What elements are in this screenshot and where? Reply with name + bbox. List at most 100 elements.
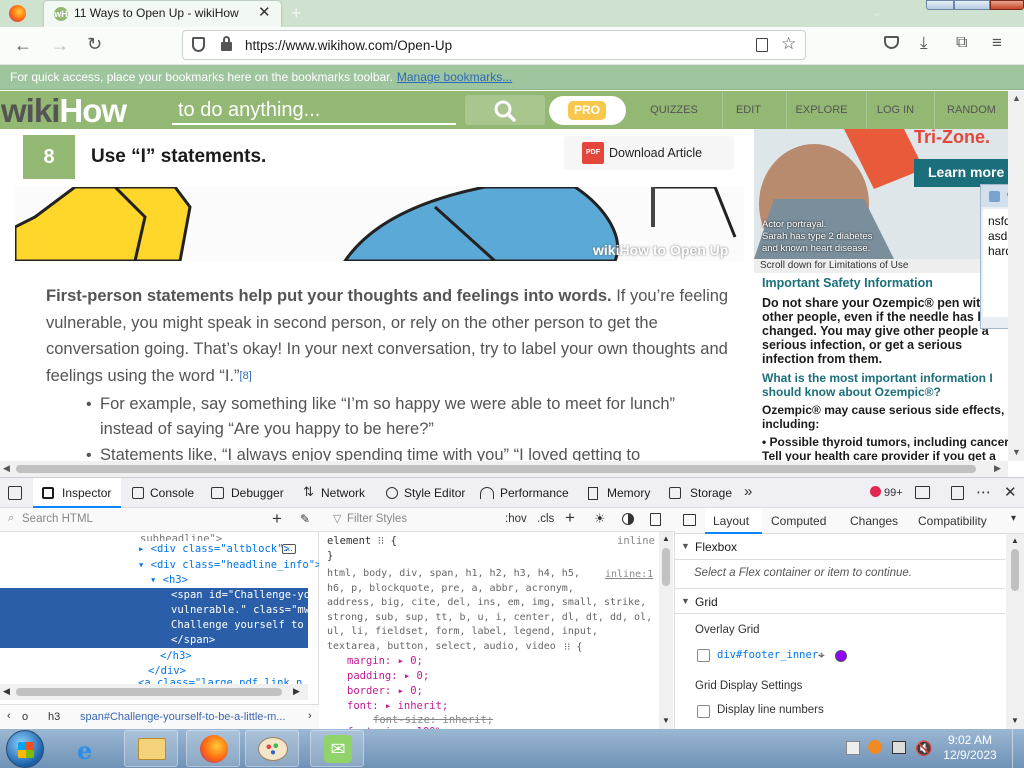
scroll-down-arrow-icon[interactable]: ▼ bbox=[1011, 716, 1019, 725]
nav-edit[interactable]: EDIT bbox=[722, 91, 774, 129]
dark-theme-icon[interactable] bbox=[622, 513, 634, 525]
reset-rule-selector[interactable]: html, body, div, span, h1, h2, h3, h4, h… bbox=[327, 567, 652, 654]
toggle-sidebar-icon[interactable] bbox=[683, 514, 696, 526]
tab-computed[interactable]: Computed bbox=[771, 514, 826, 528]
markup-line[interactable]: ▾ <h3> bbox=[150, 573, 188, 588]
scroll-right-arrow-icon[interactable]: ▶ bbox=[994, 463, 1001, 474]
sidebar-overflow-icon[interactable]: ▾ bbox=[1011, 513, 1016, 524]
breadcrumb-forward-icon[interactable]: › bbox=[308, 710, 312, 722]
close-tab-icon[interactable]: ✕ bbox=[258, 5, 271, 21]
tracking-shield-icon[interactable] bbox=[192, 37, 205, 52]
tab-network[interactable]: Network bbox=[321, 486, 365, 500]
tab-storage[interactable]: Storage bbox=[690, 486, 732, 500]
page-vertical-scrollbar[interactable]: ▲ ▼ bbox=[1008, 91, 1024, 461]
markup-line[interactable]: ▸ <div class="altblock"> bbox=[138, 542, 290, 557]
manage-bookmarks-link[interactable]: Manage bookmarks... bbox=[397, 70, 512, 84]
grid-highlight-icon[interactable]: ⌖ bbox=[818, 648, 825, 663]
learn-more-button[interactable]: Learn more bbox=[914, 159, 1008, 187]
scroll-left-arrow-icon[interactable]: ◀ bbox=[3, 686, 10, 697]
print-media-icon[interactable] bbox=[650, 513, 661, 526]
markup-line[interactable]: subheadline"> bbox=[140, 532, 222, 541]
url-bar[interactable]: https://www.wikihow.com/Open-Up ☆ bbox=[182, 30, 806, 60]
firefox-taskbar-icon[interactable] bbox=[186, 730, 240, 767]
start-button[interactable] bbox=[6, 730, 44, 768]
add-rule-icon[interactable]: + bbox=[565, 508, 575, 528]
list-tabs-icon[interactable]: ⌄ bbox=[872, 5, 882, 19]
downloads-icon[interactable]: ⤓ bbox=[920, 33, 928, 53]
nav-quizzes[interactable]: QUIZZES bbox=[642, 91, 706, 129]
scroll-down-arrow-icon[interactable]: ▼ bbox=[662, 716, 670, 725]
maximize-button[interactable] bbox=[954, 0, 990, 10]
grid-color-swatch[interactable] bbox=[835, 650, 847, 662]
tab-changes[interactable]: Changes bbox=[850, 514, 898, 528]
markup-line[interactable]: <a class="large_pdf_link n bbox=[138, 676, 302, 684]
scroll-thumb[interactable] bbox=[662, 548, 670, 586]
pro-button[interactable]: PRO bbox=[549, 96, 626, 125]
forward-icon[interactable]: → bbox=[51, 35, 69, 56]
paint-icon[interactable] bbox=[245, 730, 299, 767]
breadcrumb-item[interactable]: span#Challenge-yourself-to-be-a-little-m… bbox=[80, 711, 285, 723]
nav-log-in[interactable]: LOG IN bbox=[866, 91, 924, 129]
tab-console[interactable]: Console bbox=[150, 486, 194, 500]
rules-scrollbar[interactable]: ▲ ▼ bbox=[659, 532, 673, 730]
css-property[interactable]: border: ▸ 0; bbox=[347, 684, 423, 699]
tab-debugger[interactable]: Debugger bbox=[231, 486, 284, 500]
ad-safety-title[interactable]: Important Safety Information bbox=[762, 276, 1008, 290]
rule-source[interactable]: inline:1 bbox=[605, 567, 653, 582]
scroll-thumb[interactable] bbox=[1011, 549, 1019, 591]
scroll-thumb[interactable] bbox=[16, 688, 282, 696]
close-devtools-icon[interactable]: ✕ bbox=[1004, 483, 1017, 501]
markup-line[interactable]: </h3> bbox=[160, 649, 192, 664]
error-count-badge[interactable]: 99+ bbox=[870, 486, 903, 499]
scroll-left-arrow-icon[interactable]: ◀ bbox=[3, 463, 10, 474]
network-tray-icon[interactable] bbox=[892, 741, 906, 754]
nav-explore[interactable]: EXPLORE bbox=[786, 91, 856, 129]
tab-layout[interactable]: Layout bbox=[713, 514, 749, 528]
volume-muted-icon[interactable]: 🔇 bbox=[915, 740, 932, 757]
breadcrumb-item[interactable]: o bbox=[22, 711, 28, 723]
element-picker-icon[interactable] bbox=[8, 486, 22, 500]
rule-source[interactable]: inline bbox=[617, 534, 655, 549]
scroll-down-arrow-icon[interactable]: ▼ bbox=[1012, 447, 1021, 457]
nav-random[interactable]: RANDOM bbox=[934, 91, 1008, 129]
site-search-button[interactable] bbox=[465, 95, 545, 125]
dock-side-icon[interactable] bbox=[951, 486, 964, 500]
breadcrumb-back-icon[interactable]: ‹ bbox=[7, 710, 11, 722]
hov-toggle[interactable]: :hov bbox=[505, 513, 527, 525]
back-icon[interactable]: ← bbox=[14, 35, 32, 56]
flexbox-section-header[interactable]: ▼ Flexbox bbox=[675, 534, 1005, 560]
java-update-icon[interactable] bbox=[868, 740, 882, 754]
tab-compatibility[interactable]: Compatibility bbox=[918, 514, 987, 528]
page-horizontal-scrollbar[interactable]: ◀ ▶ bbox=[0, 461, 1008, 477]
scroll-up-arrow-icon[interactable]: ▲ bbox=[1011, 536, 1019, 545]
tab-inspector[interactable]: Inspector bbox=[62, 486, 111, 500]
ad-image[interactable]: Tri-Zone. Learn more Actor portrayal. Sar… bbox=[754, 129, 1008, 259]
eyedropper-icon[interactable]: ✎ bbox=[300, 512, 310, 526]
site-search-input[interactable]: to do anything... bbox=[172, 96, 456, 125]
system-clock[interactable]: 9:02 AM 12/9/2023 bbox=[940, 733, 1000, 763]
firefox-menu-icon[interactable] bbox=[9, 5, 26, 22]
minimize-button[interactable] bbox=[926, 0, 954, 10]
markup-hscrollbar[interactable]: ◀ ▶ bbox=[0, 684, 308, 700]
grid-item-label[interactable]: div#footer_inner bbox=[717, 648, 818, 663]
css-property[interactable]: padding: ▸ 0; bbox=[347, 669, 429, 684]
file-explorer-icon[interactable] bbox=[124, 730, 178, 767]
grid-overlay-checkbox[interactable] bbox=[697, 649, 710, 662]
scroll-thumb[interactable] bbox=[16, 465, 976, 473]
browser-tab[interactable]: wH 11 Ways to Open Up - wikiHow ✕ bbox=[44, 1, 281, 27]
tab-performance[interactable]: Performance bbox=[500, 486, 569, 500]
cls-toggle[interactable]: .cls bbox=[537, 513, 554, 525]
element-rule-selector[interactable]: element ⁝⁝ { bbox=[327, 534, 397, 549]
menu-icon[interactable]: ≡ bbox=[992, 33, 1002, 53]
grid-section-header[interactable]: ▼ Grid bbox=[675, 588, 1005, 614]
filter-styles-input[interactable]: Filter Styles bbox=[347, 513, 407, 525]
line-numbers-checkbox[interactable] bbox=[697, 705, 710, 718]
devtools-menu-icon[interactable]: ⋯ bbox=[976, 483, 991, 501]
layout-scrollbar[interactable]: ▲ ▼ bbox=[1006, 534, 1024, 730]
pocket-icon[interactable] bbox=[884, 36, 899, 49]
chat-app-icon[interactable]: ✉ bbox=[310, 730, 364, 767]
close-window-button[interactable] bbox=[990, 0, 1024, 10]
reader-view-icon[interactable] bbox=[756, 38, 768, 52]
more-tabs-icon[interactable]: » bbox=[744, 483, 752, 500]
markup-line[interactable]: ▾ <div class="headline_info"> bbox=[138, 558, 321, 573]
